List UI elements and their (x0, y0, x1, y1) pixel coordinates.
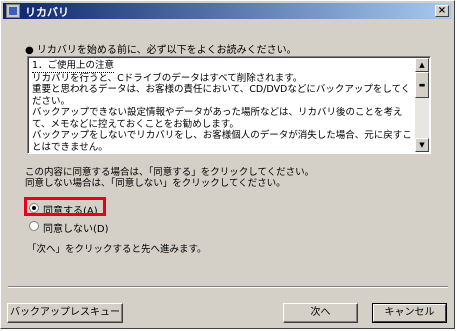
consent-line-disagree: 同意しない場合は、「同意しない」をクリックしてください。 (25, 178, 286, 189)
scroll-thumb[interactable]: ▬ (415, 72, 429, 98)
scroll-down-icon[interactable]: ▼ (415, 138, 429, 152)
recovery-app-icon (6, 4, 20, 18)
radio-unchecked-icon[interactable] (29, 221, 39, 231)
agree-highlight-frame (24, 197, 106, 216)
cancel-button[interactable]: キャンセル (372, 303, 447, 323)
backup-rescue-button[interactable]: バックアップレスキュー (7, 303, 123, 323)
next-hint-text: 「次へ」をクリックすると先へ進みます。 (27, 244, 207, 255)
next-button[interactable]: 次へ (283, 303, 358, 323)
notice-title: 1．ご使用上の注意 (32, 60, 115, 73)
notice-content: 1．ご使用上の注意 リカバリを行うと、Cドライブのデータはすべて削除されます。 … (32, 60, 415, 153)
disagree-label[interactable]: 同意しない(D) (43, 220, 109, 235)
notice-scrollbar[interactable]: ▲ ▬ ▼ (415, 58, 429, 152)
intro-text: ● リカバリを始める前に、必ず以下をよくお読みください。 (25, 45, 297, 56)
consent-line-agree: この内容に同意する場合は、「同意する」をクリックしてください。 (25, 167, 315, 178)
close-button[interactable]: × (435, 5, 449, 17)
scroll-up-icon[interactable]: ▲ (415, 58, 429, 72)
notice-body: リカバリを行うと、Cドライブのデータはすべて削除されます。 重要と思われるデータ… (32, 72, 412, 153)
title-bar: リカバリ × (3, 3, 452, 19)
cancel-label: キャンセル (384, 307, 435, 318)
separator-line (8, 286, 448, 288)
window-title: リカバリ (25, 6, 69, 19)
consent-instructions: この内容に同意する場合は、「同意する」をクリックしてください。 同意しない場合は… (25, 167, 314, 189)
recovery-dialog: リカバリ × ● リカバリを始める前に、必ず以下をよくお読みください。 1．ご使… (0, 0, 455, 329)
notice-textbox[interactable]: 1．ご使用上の注意 リカバリを行うと、Cドライブのデータはすべて削除されます。 … (27, 56, 431, 154)
